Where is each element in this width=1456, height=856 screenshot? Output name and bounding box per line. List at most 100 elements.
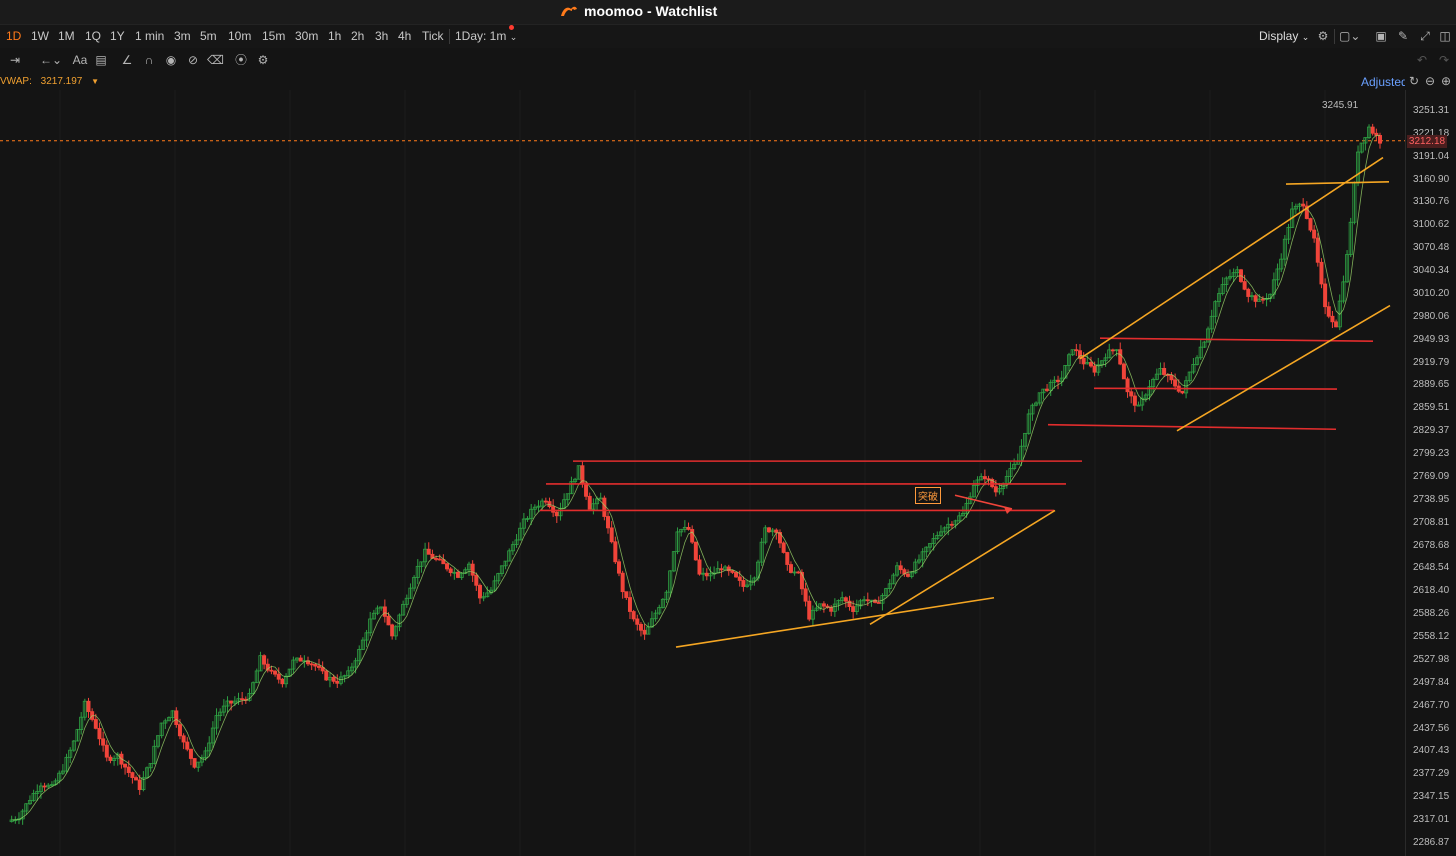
settings-icon[interactable]: ⚙ [1316, 29, 1330, 43]
price-axis-tick: 2286.87 [1413, 837, 1450, 848]
candle-down [1056, 379, 1061, 383]
candle-down [101, 738, 106, 746]
price-axis-tick: 2738.95 [1413, 493, 1450, 505]
candle-down [620, 572, 625, 593]
vwap-indicator[interactable]: VWAP: 3217.197 ▼ [0, 76, 99, 87]
candle-down [584, 482, 589, 497]
layout-icon[interactable]: ▢⌄ [1339, 29, 1360, 43]
candle-down [906, 573, 911, 577]
candle-down [324, 670, 329, 681]
arrow-left-icon[interactable]: ←⌄ [40, 53, 62, 67]
candle-down [949, 523, 954, 526]
tab-1q[interactable]: 1Q [85, 29, 101, 43]
candle-down [456, 571, 461, 578]
price-axis-tick: 3070.48 [1413, 242, 1450, 254]
text-tool-icon[interactable]: Aa [72, 53, 88, 67]
tab-15m[interactable]: 15m [262, 29, 285, 43]
moomoo-logo-icon [561, 6, 577, 16]
price-axis-tick: 3191.04 [1413, 150, 1450, 162]
tab-1h[interactable]: 1h [328, 29, 341, 43]
candle-down [42, 785, 47, 788]
tab-1y[interactable]: 1Y [110, 29, 125, 43]
price-axis[interactable]: 3251.31 3221.18 3191.04 3160.90 3130.76 3100.… [1405, 90, 1456, 856]
candle-down [624, 591, 629, 598]
candle-down [445, 563, 450, 570]
fullscreen-icon[interactable]: ⤢ [1418, 29, 1432, 43]
measure-icon[interactable]: ⇥ [6, 53, 24, 67]
candlestick-chart[interactable] [0, 90, 1405, 856]
candle-down [986, 478, 991, 481]
settings-icon[interactable]: ⚙ [255, 53, 271, 67]
price-axis-tick: 2889.65 [1413, 379, 1450, 391]
pencil-icon[interactable]: ✎ [1396, 29, 1410, 43]
magnet-icon[interactable]: ∩ [141, 53, 157, 67]
candle-down [982, 476, 987, 480]
candle-down [1260, 298, 1265, 301]
candle-down [335, 680, 340, 684]
interval-selector-label: 1Day: 1m [455, 29, 507, 43]
zoom-in-icon[interactable]: ⊕ [1440, 74, 1452, 88]
price-axis-tick: 3010.20 [1413, 288, 1450, 299]
trendline-icon[interactable]: ∠ [119, 53, 135, 67]
price-axis-tick: 2377.29 [1413, 768, 1450, 780]
trash-icon[interactable]: ⌫ [207, 53, 224, 67]
candle-down [1246, 288, 1251, 297]
price-axis-tick: 2949.93 [1413, 333, 1450, 345]
tab-4h[interactable]: 4h [398, 29, 411, 43]
candle-down [298, 657, 303, 662]
candle-down [1308, 218, 1313, 231]
candle-down [631, 611, 636, 620]
price-axis-tick: 3160.90 [1413, 173, 1450, 185]
tab-2h[interactable]: 2h [351, 29, 364, 43]
candle-down [1370, 126, 1375, 134]
candle-down [767, 527, 772, 533]
candle-down [785, 552, 790, 565]
candle-down [851, 606, 856, 612]
link-icon[interactable]: ⦿ [232, 53, 250, 67]
tab-3m[interactable]: 3m [174, 29, 191, 43]
vwap-label: VWAP: [0, 76, 32, 87]
tab-3h[interactable]: 3h [375, 29, 388, 43]
breakout-arrow [954, 494, 1013, 510]
hide-icon[interactable]: ⊘ [185, 53, 201, 67]
tab-1min[interactable]: 1 min [135, 29, 164, 43]
candle-down [1301, 203, 1306, 207]
comment-icon[interactable]: ▤ [93, 53, 109, 67]
tab-tick[interactable]: Tick [422, 29, 444, 43]
zoom-out-icon[interactable]: ⊖ [1424, 74, 1436, 88]
adjusted-toggle[interactable]: Adjusted [1361, 75, 1405, 89]
price-axis-tick: 2497.84 [1413, 676, 1450, 688]
tab-1m[interactable]: 1M [58, 29, 75, 43]
trend-line [1176, 304, 1391, 432]
display-dropdown[interactable]: Display ⌄ [1259, 29, 1309, 43]
reset-icon[interactable]: ↻ [1408, 74, 1420, 88]
eye-icon[interactable]: ◉ [163, 53, 179, 67]
price-axis-tick: 2467.70 [1413, 699, 1450, 711]
tab-1d[interactable]: 1D [6, 29, 21, 43]
candle-down [229, 700, 234, 704]
candle-down [697, 559, 702, 575]
tab-10m[interactable]: 10m [228, 29, 251, 43]
candle-down [1074, 349, 1079, 352]
candle-down [704, 572, 709, 577]
interval-selector[interactable]: 1Day: 1m ⌄ [455, 29, 517, 43]
price-axis-tick: 3100.62 [1413, 219, 1450, 231]
price-axis-tick: 2347.15 [1413, 791, 1450, 803]
trend-line [869, 509, 1056, 625]
tab-5m[interactable]: 5m [200, 29, 217, 43]
price-axis-tick: 2708.81 [1413, 516, 1450, 528]
undo-icon[interactable]: ↶ [1414, 53, 1430, 67]
candle-down [1312, 229, 1317, 239]
redo-icon[interactable]: ↷ [1436, 53, 1452, 67]
breakout-annotation: 突破 [915, 487, 941, 504]
candle-down [1334, 321, 1339, 328]
candle-down [130, 772, 135, 778]
candle-down [174, 710, 179, 725]
sidebar-icon[interactable]: ◫ [1438, 29, 1452, 43]
tab-30m[interactable]: 30m [295, 29, 318, 43]
tab-1w[interactable]: 1W [31, 29, 49, 43]
candle-down [276, 673, 281, 680]
camera-icon[interactable]: ▣ [1374, 29, 1388, 43]
candle-down [788, 564, 793, 573]
candle-down [1323, 283, 1328, 308]
